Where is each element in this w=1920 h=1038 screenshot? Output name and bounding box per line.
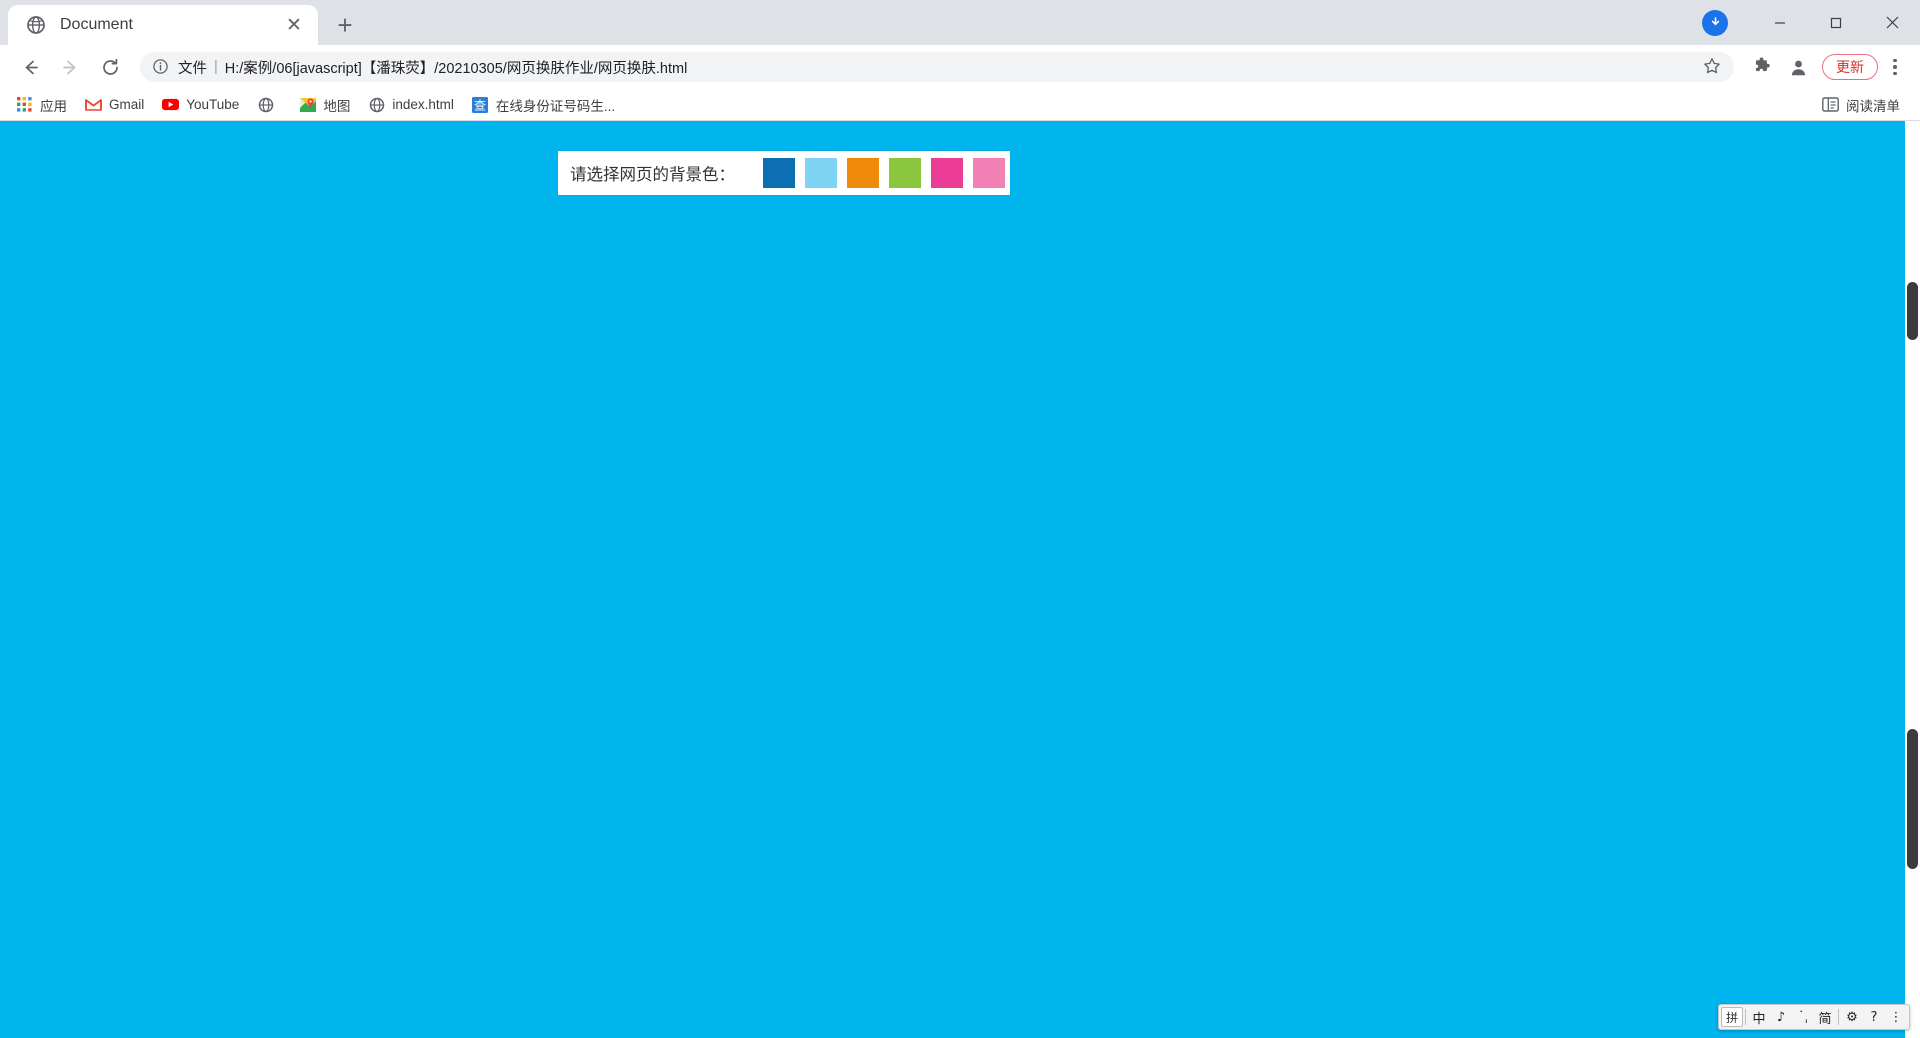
close-window-button[interactable] — [1864, 0, 1920, 45]
bookmark-label: index.html — [392, 97, 454, 112]
swatch-orange[interactable] — [847, 158, 879, 188]
ime-settings-icon[interactable]: ⚙ — [1841, 1006, 1863, 1028]
update-button[interactable]: 更新 — [1822, 54, 1878, 80]
ime-separator — [1745, 1009, 1746, 1025]
bookmark-youtube[interactable]: YouTube — [154, 92, 247, 118]
bookmark-label: 应用 — [40, 98, 67, 114]
swatch-pink[interactable] — [973, 158, 1005, 188]
back-button[interactable] — [13, 50, 47, 84]
ime-simplified-mode[interactable]: 简 — [1814, 1006, 1836, 1028]
swatch-light-blue[interactable] — [805, 158, 837, 188]
url-separator: | — [214, 59, 218, 75]
minimize-button[interactable] — [1752, 0, 1808, 45]
apps-grid-icon — [16, 96, 33, 113]
globe-icon — [26, 15, 46, 35]
ime-chinese-mode[interactable]: 中 — [1748, 1006, 1770, 1028]
bookmark-apps[interactable]: 应用 — [8, 92, 75, 118]
bookmark-index-html[interactable]: index.html — [360, 92, 462, 118]
reading-list-icon — [1822, 96, 1839, 113]
vertical-scrollbar[interactable] — [1905, 121, 1920, 1038]
skin-picker-card: 请选择网页的背景色： — [558, 151, 1010, 195]
gmail-icon — [85, 96, 102, 113]
url-text[interactable]: H:/案例/06[javascript]【潘珠荧】/20210305/网页换肤作… — [225, 57, 1696, 78]
address-bar[interactable]: 文件 | H:/案例/06[javascript]【潘珠荧】/20210305/… — [140, 52, 1734, 82]
url-scheme-label: 文件 — [178, 60, 207, 77]
cha-blue-icon: 查 — [472, 96, 489, 113]
ime-separator — [1838, 1009, 1839, 1025]
swatch-dark-blue[interactable] — [763, 158, 795, 188]
user-avatar-icon[interactable] — [1782, 51, 1814, 83]
reading-list-button[interactable]: 阅读清单 — [1814, 92, 1908, 118]
bookmark-star-icon[interactable] — [1702, 56, 1724, 78]
download-complete-badge[interactable] — [1702, 9, 1728, 36]
close-icon[interactable]: ✕ — [282, 13, 306, 37]
maximize-button[interactable] — [1808, 0, 1864, 45]
bookmarks-bar: 应用 Gmail YouTube 地图 index.html 查 在线身份证号码… — [0, 89, 1920, 121]
web-page-body: 请选择网页的背景色： — [0, 121, 1920, 1038]
extensions-icon[interactable] — [1746, 51, 1778, 83]
bookmark-globe-1[interactable] — [249, 92, 289, 118]
bookmark-id-generator[interactable]: 查 在线身份证号码生... — [464, 92, 623, 118]
swatch-green[interactable] — [889, 158, 921, 188]
swatch-magenta[interactable] — [931, 158, 963, 188]
skin-picker-label: 请选择网页的背景色： — [570, 165, 735, 184]
scrollbar-thumb-top[interactable] — [1907, 282, 1918, 340]
maps-pin-icon — [299, 96, 316, 113]
globe-icon — [368, 96, 385, 113]
svg-text:查: 查 — [474, 98, 486, 112]
bookmark-label: YouTube — [186, 97, 240, 112]
browser-window: Document ✕ + 文件 | H:/案例/06[javascript]【潘… — [0, 0, 1920, 1038]
globe-icon — [257, 96, 274, 113]
tab-title: Document — [60, 16, 133, 33]
reading-list-label: 阅读清单 — [1846, 98, 1900, 114]
bookmark-gmail[interactable]: Gmail — [77, 92, 152, 118]
color-swatch-list — [763, 158, 1005, 188]
bookmark-label: Gmail — [109, 97, 145, 112]
window-controls — [1702, 0, 1920, 45]
ime-pinyin-pin[interactable]: 拼 — [1721, 1007, 1743, 1027]
ime-tone-icon[interactable]: ♪ — [1770, 1006, 1792, 1028]
ime-more-icon[interactable]: ⋮ — [1885, 1006, 1907, 1028]
bookmark-label: 在线身份证号码生... — [495, 98, 616, 114]
scrollbar-thumb-bottom[interactable] — [1907, 729, 1918, 869]
bookmark-label: 地图 — [323, 98, 351, 114]
page-viewport: 请选择网页的背景色： 拼中 ♪ ˙ˌ 简 ⚙? ⋮ — [0, 121, 1920, 1038]
ime-help-icon[interactable]: ? — [1863, 1006, 1885, 1028]
browser-toolbar: 文件 | H:/案例/06[javascript]【潘珠荧】/20210305/… — [0, 45, 1920, 89]
three-dots-menu-icon[interactable] — [1880, 51, 1910, 83]
ime-punct-icon[interactable]: ˙ˌ — [1792, 1006, 1814, 1028]
youtube-icon — [162, 96, 180, 113]
ime-toolbar: 拼中 ♪ ˙ˌ 简 ⚙? ⋮ — [1718, 1004, 1910, 1030]
reload-button[interactable] — [93, 50, 127, 84]
tab-document[interactable]: Document ✕ — [8, 5, 318, 45]
bookmark-maps[interactable]: 地图 — [291, 92, 358, 118]
new-tab-button[interactable]: + — [328, 8, 362, 42]
forward-button[interactable] — [53, 50, 87, 84]
info-circle-icon[interactable] — [152, 58, 170, 76]
tab-strip: Document ✕ + — [0, 0, 1920, 45]
